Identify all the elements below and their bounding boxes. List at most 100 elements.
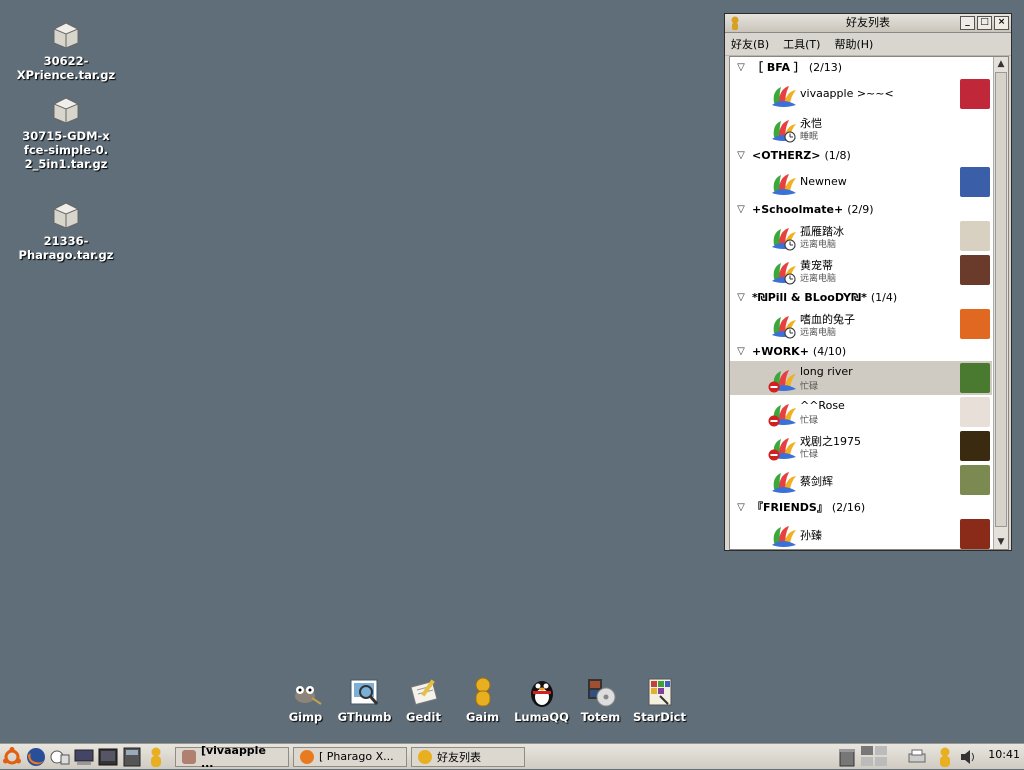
buddy-row[interactable]: 戏剧之1975 忙碌 [730, 429, 992, 463]
buddy-avatar [960, 309, 990, 339]
scrollbar[interactable]: ▲ ▼ [993, 57, 1008, 549]
scroll-thumb[interactable] [995, 72, 1007, 527]
group-name: +Schoolmate+ [752, 202, 844, 216]
desktop-file-gdm-xfce[interactable]: 30715-GDM-xfce-simple-0.2_5in1.tar.gz [16, 95, 116, 171]
buddy-row[interactable]: 嗜血的兔子 远离电脑 [730, 307, 992, 341]
gaim-icon [731, 16, 739, 30]
launcher-gaim[interactable]: Gaim [453, 676, 512, 724]
firefox-icon[interactable] [25, 746, 47, 768]
expander-triangle-icon[interactable]: ▽ [730, 62, 752, 73]
menu-help[interactable]: 帮助(H) [834, 36, 873, 52]
minimize-button[interactable]: _ [960, 16, 975, 30]
stardict-icon [648, 678, 671, 706]
terminal-icon[interactable] [97, 746, 119, 768]
launcher-gedit[interactable]: Gedit [394, 676, 453, 724]
launcher-totem[interactable]: Totem [571, 676, 630, 724]
group-header[interactable]: ▽ <OTHERZ> (1/8) [730, 145, 992, 165]
buddy-row[interactable]: ^^Rose 忙碌 [730, 395, 992, 429]
taskbar-item-firefox[interactable]: [ Pharago X... [293, 746, 407, 767]
launcher-label: StarDict [632, 710, 686, 724]
group-header[interactable]: ▽ ［ BFA ］ (2/13) [730, 57, 992, 77]
desktop-file-label: 30715-GDM-xfce-simple-0.2_5in1.tar.gz [22, 129, 110, 171]
group-header[interactable]: ▽ *₪Pill & BLooDY₪* (1/4) [730, 287, 992, 307]
msn-butterfly-icon [768, 257, 798, 285]
launcher-gimp[interactable]: Gimp [276, 676, 335, 724]
workspace-switcher-icon[interactable] [860, 745, 888, 767]
msn-butterfly-icon [768, 223, 798, 251]
buddy-status: 远离电脑 [800, 240, 837, 250]
buddy-avatar [960, 363, 990, 393]
gedit-icon [409, 679, 438, 706]
expander-triangle-icon[interactable]: ▽ [730, 292, 752, 303]
buddy-name: 蔡剑辉 [800, 475, 833, 488]
group-header[interactable]: ▽ +WORK+ (4/10) [730, 341, 992, 361]
buddy-list-rows: ▽ ［ BFA ］ (2/13) vivaapple >~~< 永恺 睡眠 ▽ <OTHERZ… [730, 57, 992, 549]
buddy-name: 孙臻 [800, 529, 822, 542]
volume-icon[interactable] [958, 746, 980, 768]
msn-butterfly-icon [768, 115, 798, 143]
buddy-row[interactable]: 黄宠蒂 远离电脑 [730, 253, 992, 287]
close-button[interactable]: × [994, 16, 1009, 30]
buddy-list[interactable]: ▽ ［ BFA ］ (2/13) vivaapple >~~< 永恺 睡眠 ▽ <OTHERZ… [729, 56, 1009, 550]
expander-triangle-icon[interactable]: ▽ [730, 346, 752, 357]
launcher-label: Gimp [288, 710, 323, 724]
buddy-row[interactable]: 永恺 睡眠 [730, 111, 992, 145]
desktop-file-xprience[interactable]: 30622-XPrience.tar.gz [16, 20, 116, 82]
printer-icon[interactable] [906, 746, 928, 768]
scroll-up-arrow-icon[interactable]: ▲ [994, 57, 1008, 71]
buddy-status: 远离电脑 [800, 274, 837, 284]
gaim-tray-icon[interactable] [934, 746, 956, 768]
trash-icon[interactable] [836, 746, 858, 768]
package-icon [52, 22, 80, 49]
launcher-label: Totem [580, 710, 621, 724]
scroll-down-arrow-icon[interactable]: ▼ [994, 535, 1008, 549]
menu-tools[interactable]: 工具(T) [783, 36, 820, 52]
buddy-status: 忙碌 [800, 450, 819, 460]
launcher-label: GThumb [337, 710, 392, 724]
gaim-icon [475, 677, 490, 707]
window-titlebar[interactable]: 好友列表 _ □ × [725, 14, 1011, 33]
group-name: <OTHERZ> [752, 148, 821, 162]
network-monitor-icon[interactable] [49, 746, 71, 768]
expander-triangle-icon[interactable]: ▽ [730, 150, 752, 161]
buddy-status: 睡眠 [800, 132, 819, 142]
buddy-row[interactable]: 孤雁踏冰 远离电脑 [730, 219, 992, 253]
desktop-file-label: 30622-XPrience.tar.gz [16, 54, 116, 82]
launcher-label: Gedit [406, 710, 441, 724]
window-title: 好友列表 [846, 16, 890, 29]
buddy-status: 忙碌 [800, 416, 819, 426]
buddy-status: 远离电脑 [800, 328, 837, 338]
launcher-gthumb[interactable]: GThumb [335, 676, 394, 724]
app-launcher-dock: Gimp GThumb Gedit Gaim LumaQQ Totem Star… [276, 676, 689, 724]
msn-butterfly-icon [768, 467, 798, 495]
launcher-label: Gaim [465, 710, 500, 724]
msn-butterfly-icon [768, 81, 798, 109]
expander-triangle-icon[interactable]: ▽ [730, 204, 752, 215]
expander-triangle-icon[interactable]: ▽ [730, 502, 752, 513]
clock[interactable]: 10:41 [988, 748, 1020, 761]
buddy-row[interactable]: long river 忙碌 [730, 361, 992, 395]
firefox-icon [300, 749, 314, 764]
group-header[interactable]: ▽ 『FRIENDS』 (2/16) [730, 497, 992, 517]
computer-icon[interactable] [73, 746, 95, 768]
bottom-panel: [vivaapple ... [ Pharago X... 好友列表 10:41 [0, 743, 1024, 770]
desktop-file-pharago[interactable]: 21336-Pharago.tar.gz [16, 200, 116, 262]
launcher-stardict[interactable]: StarDict [630, 676, 689, 724]
buddy-row[interactable]: vivaapple >~~< [730, 77, 992, 111]
gaim-launcher-icon[interactable] [145, 746, 167, 768]
buddy-avatar [960, 519, 990, 549]
launcher-lumaqq[interactable]: LumaQQ [512, 676, 571, 724]
calculator-icon[interactable] [121, 746, 143, 768]
buddy-avatar [960, 465, 990, 495]
buddy-row[interactable]: 孙臻 [730, 517, 992, 549]
ubuntu-menu-icon[interactable] [1, 746, 23, 768]
menu-buddies[interactable]: 好友(B) [731, 36, 769, 52]
taskbar-item-chat[interactable]: [vivaapple ... [175, 744, 289, 770]
buddy-avatar [960, 255, 990, 285]
buddy-row[interactable]: 蔡剑辉 [730, 463, 992, 497]
maximize-button[interactable]: □ [977, 16, 992, 30]
group-header[interactable]: ▽ +Schoolmate+ (2/9) [730, 199, 992, 219]
buddy-row[interactable]: Newnew [730, 165, 992, 199]
gimp-icon [294, 686, 322, 705]
taskbar-item-buddylist[interactable]: 好友列表 [411, 746, 525, 767]
